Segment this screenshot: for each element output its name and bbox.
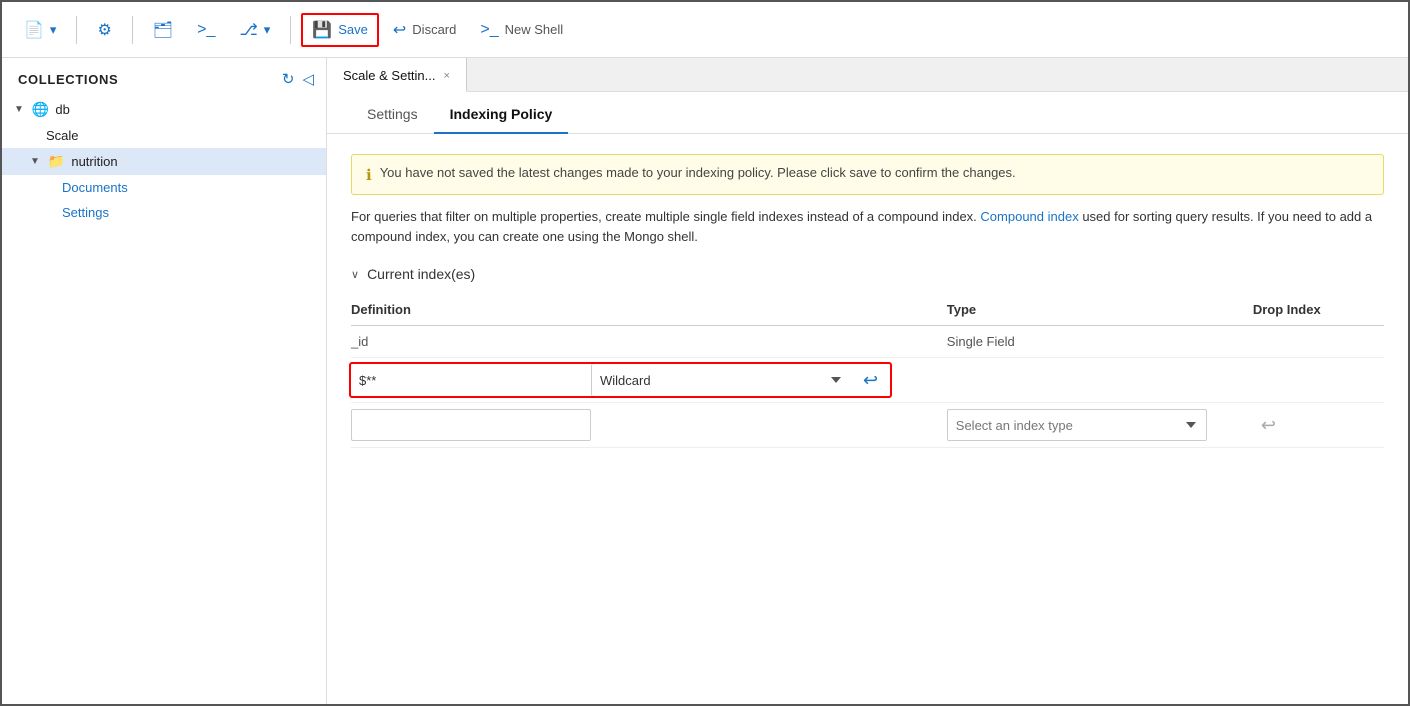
tree-item-db[interactable]: ▼ 🌐 db xyxy=(2,96,326,123)
row1-type: Single Field xyxy=(947,326,1253,358)
tab-scale-settings[interactable]: Scale & Settin... × xyxy=(327,58,467,92)
table-row: _id Single Field xyxy=(351,326,1384,358)
chevron-down-icon-nutrition: ▼ xyxy=(30,156,40,167)
save-icon: 💾 xyxy=(312,20,332,40)
info-icon: ℹ xyxy=(366,166,372,184)
content-area: Scale & Settin... × Settings Indexing Po… xyxy=(327,58,1408,704)
sidebar: COLLECTIONS ↻ ◁ ▼ 🌐 db Scale xyxy=(2,58,327,704)
discard-button[interactable]: ↩ Discard xyxy=(383,14,466,46)
warning-message: You have not saved the latest changes ma… xyxy=(380,165,1016,180)
sub-tabs: Settings Indexing Policy xyxy=(327,92,1408,134)
table-row: Select an index type Wildcard Single Fie… xyxy=(351,403,1384,448)
index-table: Definition Type Drop Index xyxy=(351,294,1384,448)
table-row: Wildcard Single Field ↩ xyxy=(351,358,1384,403)
row3-drop-cell: ↩ xyxy=(1253,403,1384,448)
gear-icon: ⚙ xyxy=(97,20,111,40)
row2-definition-cell: Wildcard Single Field ↩ xyxy=(351,358,947,403)
new-shell-label: New Shell xyxy=(505,22,564,37)
discard-icon: ↩ xyxy=(393,20,406,40)
col-header-drop: Drop Index xyxy=(1253,294,1384,326)
row2-type-cell xyxy=(947,358,1253,403)
row3-definition-cell xyxy=(351,403,947,448)
indexes-section: ∨ Current index(es) Definition Type xyxy=(351,266,1384,448)
open-icon: 🗂 xyxy=(153,20,173,40)
tree-item-documents[interactable]: Documents xyxy=(2,175,326,200)
nutrition-label: nutrition xyxy=(71,154,117,169)
new-shell-icon: >_ xyxy=(480,21,498,39)
row1-definition: _id xyxy=(351,326,947,358)
tree-item-scale[interactable]: Scale xyxy=(2,123,326,148)
refresh-icon[interactable]: ↻ xyxy=(282,70,295,88)
terminal-icon: >_ xyxy=(197,21,215,39)
db-icon: 🌐 xyxy=(32,101,49,118)
fork-dropdown-icon: ▾ xyxy=(264,22,271,38)
row3-type-cell: Select an index type Wildcard Single Fie… xyxy=(947,403,1253,448)
row3-type-select[interactable]: Select an index type Wildcard Single Fie… xyxy=(947,409,1207,441)
tab-indexing-policy[interactable]: Indexing Policy xyxy=(434,92,569,134)
settings-link[interactable]: Settings xyxy=(62,205,109,220)
page-content: Settings Indexing Policy ℹ You have not … xyxy=(327,92,1408,704)
new-shell-button[interactable]: >_ New Shell xyxy=(470,15,573,45)
row3-definition-input[interactable] xyxy=(351,409,591,441)
row2-type-select[interactable]: Wildcard Single Field xyxy=(591,364,851,396)
row3-revert-button[interactable]: ↩ xyxy=(1253,411,1284,440)
col-header-type: Type xyxy=(947,294,1253,326)
separator-1 xyxy=(76,16,77,44)
row2-revert-button[interactable]: ↩ xyxy=(855,366,886,395)
description-before: For queries that filter on multiple prop… xyxy=(351,209,980,224)
separator-2 xyxy=(132,16,133,44)
documents-link[interactable]: Documents xyxy=(62,180,128,195)
sidebar-header-icons: ↻ ◁ xyxy=(282,70,314,88)
sidebar-tree: ▼ 🌐 db Scale ▼ 📁 nutrition Documents xyxy=(2,96,326,233)
section-header: ∨ Current index(es) xyxy=(351,266,1384,282)
section-label: Current index(es) xyxy=(367,266,475,282)
new-document-icon: 📄 xyxy=(24,20,44,40)
warning-banner: ℹ You have not saved the latest changes … xyxy=(351,154,1384,195)
open-button[interactable]: 🗂 xyxy=(143,14,183,46)
tree-item-settings[interactable]: Settings xyxy=(2,200,326,225)
row1-drop xyxy=(1253,326,1384,358)
sidebar-header: COLLECTIONS ↻ ◁ xyxy=(2,58,326,96)
chevron-down-icon: ▼ xyxy=(14,104,24,115)
row2-drop-cell xyxy=(1253,358,1384,403)
discard-label: Discard xyxy=(412,22,456,37)
tabs-bar: Scale & Settin... × xyxy=(327,58,1408,92)
tab-settings[interactable]: Settings xyxy=(351,92,434,134)
tab-close-button[interactable]: × xyxy=(444,70,450,82)
description-text: For queries that filter on multiple prop… xyxy=(351,207,1384,246)
toolbar: 📄 ▾ ⚙ 🗂 >_ ⎇ ▾ 💾 Save ↩ Discard >_ New S xyxy=(2,2,1408,58)
compound-index-link[interactable]: Compound index xyxy=(980,209,1078,224)
tree-item-nutrition[interactable]: ▼ 📁 nutrition xyxy=(2,148,326,175)
sidebar-title: COLLECTIONS xyxy=(18,72,118,87)
fork-button[interactable]: ⎇ ▾ xyxy=(229,14,280,46)
row2-definition-input[interactable] xyxy=(351,364,591,396)
toolbar-dropdown-icon: ▾ xyxy=(50,22,57,38)
scale-label: Scale xyxy=(46,128,79,143)
fork-icon: ⎇ xyxy=(239,20,257,40)
db-label: db xyxy=(55,102,69,117)
gear-button[interactable]: ⚙ xyxy=(87,14,121,46)
save-button[interactable]: 💾 Save xyxy=(301,13,379,47)
collection-icon: 📁 xyxy=(48,153,65,170)
new-document-button[interactable]: 📄 ▾ xyxy=(14,14,66,46)
collapse-icon[interactable]: ◁ xyxy=(302,70,314,88)
shell-button[interactable]: >_ xyxy=(187,15,225,45)
col-header-definition: Definition xyxy=(351,294,947,326)
section-chevron-icon[interactable]: ∨ xyxy=(351,268,359,281)
main-layout: COLLECTIONS ↻ ◁ ▼ 🌐 db Scale xyxy=(2,58,1408,704)
separator-3 xyxy=(290,16,291,44)
tab-label: Scale & Settin... xyxy=(343,68,436,83)
save-label: Save xyxy=(338,22,368,37)
